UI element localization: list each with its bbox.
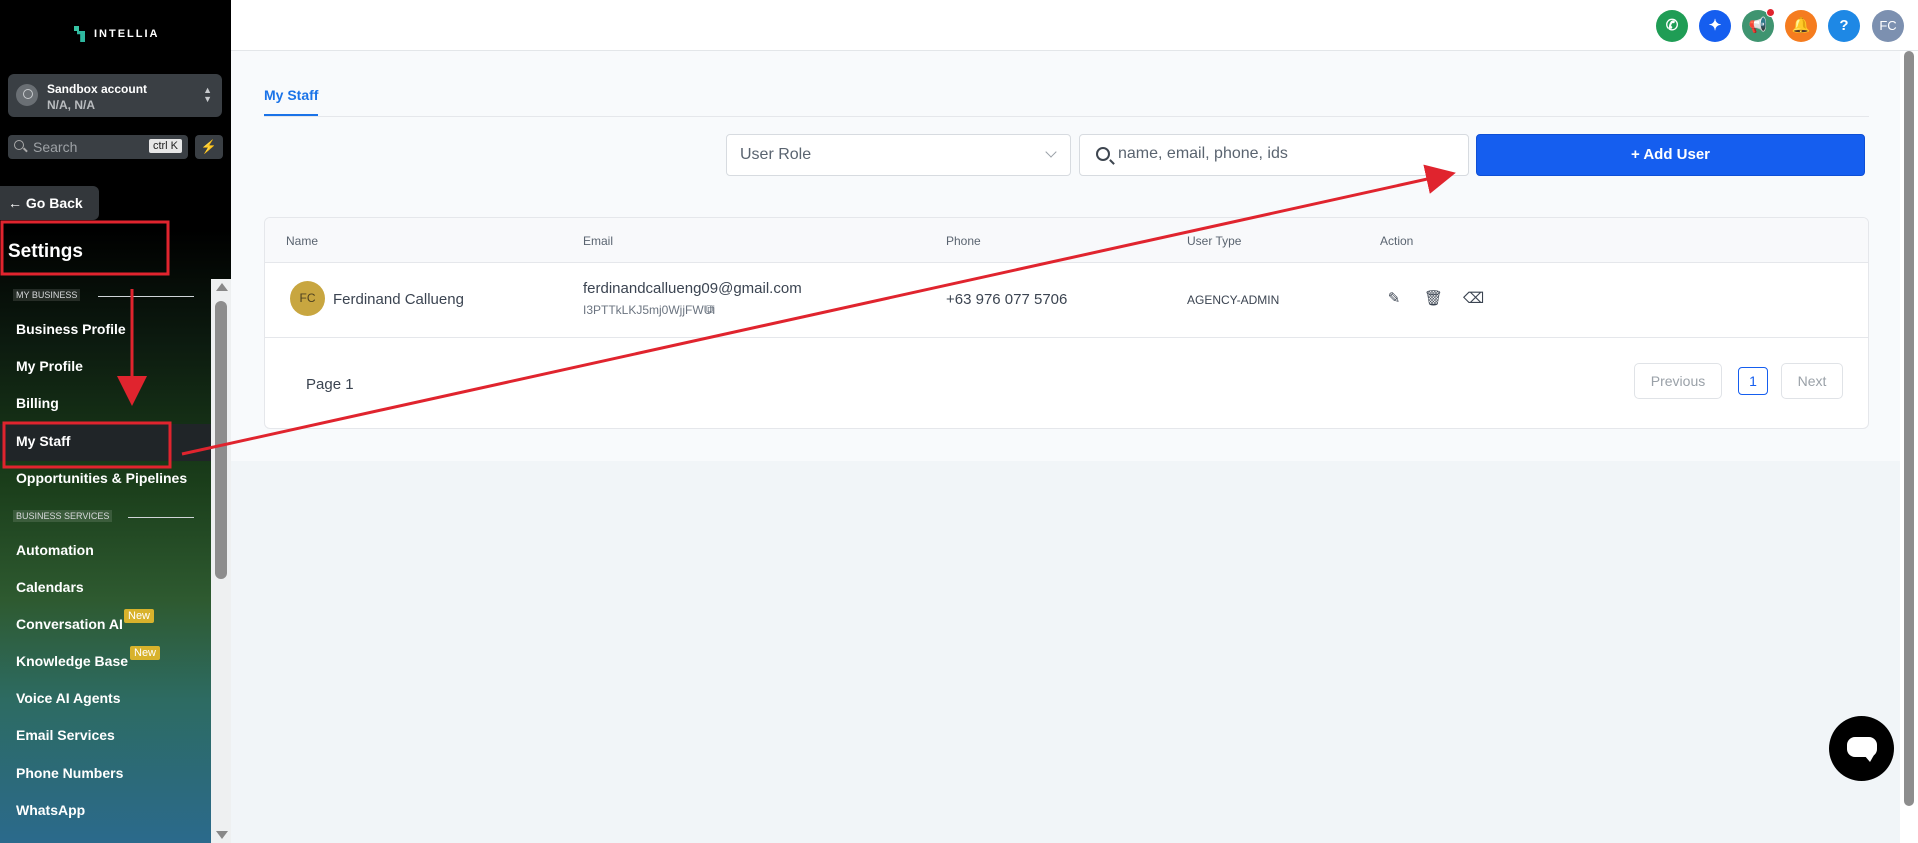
sidebar-item-opportunities[interactable]: Opportunities & Pipelines [16, 470, 187, 486]
chevron-updown-icon: ▲ ▼ [203, 85, 212, 104]
quick-action-bolt-icon[interactable]: ⚡ [195, 135, 223, 159]
column-header-email: Email [583, 234, 614, 248]
phone-icon[interactable]: ✆ [1656, 10, 1688, 42]
staff-id: I3PTTkLKJ5mj0WjjFWUi [583, 303, 716, 317]
go-back-button[interactable]: ← Go Back [0, 186, 99, 220]
search-icon [1096, 147, 1110, 161]
staff-user-type: AGENCY-ADMIN [1187, 293, 1280, 307]
app-logo[interactable]: INTELLIA [74, 26, 160, 42]
sidebar-item-billing[interactable]: Billing [16, 395, 59, 411]
account-switcher[interactable]: Sandbox account N/A, N/A ▲ ▼ [8, 74, 222, 117]
sidebar-item-automation[interactable]: Automation [16, 542, 94, 558]
sidebar-item-knowledge-base[interactable]: Knowledge Base [16, 653, 128, 669]
page-label: Page 1 [306, 376, 354, 393]
new-badge: New [130, 646, 161, 660]
add-user-button[interactable]: + Add User [1476, 134, 1865, 176]
column-header-action: Action [1380, 234, 1414, 248]
sidebar-search-placeholder: Search [33, 139, 78, 155]
avatar: FC [290, 281, 325, 316]
main-content: My Staff User Role + Add User Name Email… [231, 51, 1900, 461]
scroll-down-icon[interactable] [216, 831, 228, 839]
notification-dot [1766, 8, 1775, 17]
edit-icon[interactable]: ✎ [1385, 290, 1403, 308]
sidebar-item-business-profile[interactable]: Business Profile [16, 321, 126, 337]
section-divider [128, 517, 194, 518]
tab-my-staff[interactable]: My Staff [264, 87, 319, 116]
page-scrollbar[interactable] [1900, 51, 1918, 843]
new-badge: New [124, 609, 155, 623]
search-icon [14, 140, 24, 150]
sidebar-search[interactable]: Search ctrl K [8, 135, 188, 159]
chevron-down-icon [1045, 146, 1057, 158]
user-avatar[interactable]: FC [1872, 10, 1904, 42]
section-label-business-services: BUSINESS SERVICES [13, 510, 113, 522]
previous-button[interactable]: Previous [1634, 363, 1722, 399]
user-role-select-value: User Role [740, 146, 812, 163]
sidebar-item-conversation-ai[interactable]: Conversation AI [16, 616, 123, 632]
arrow-left-icon: ← [8, 195, 22, 211]
copy-icon[interactable]: ⧉ [706, 302, 715, 317]
search-shortcut: ctrl K [148, 139, 182, 153]
settings-title: Settings [8, 241, 83, 262]
staff-email: ferdinandcallueng09@gmail.com [583, 280, 802, 297]
table-row: FC Ferdinand Callueng ferdinandcallueng0… [265, 263, 1868, 338]
go-back-label: Go Back [25, 195, 83, 211]
column-header-name: Name [286, 234, 319, 248]
scroll-up-icon[interactable] [216, 283, 228, 291]
next-button[interactable]: Next [1781, 363, 1843, 399]
top-bar: ✆ ✦ 📢 🔔 ? FC [231, 0, 1918, 51]
staff-search-input[interactable] [1118, 145, 1458, 163]
logo-icon [74, 26, 88, 42]
page-scroll-thumb[interactable] [1904, 51, 1914, 806]
section-divider [98, 296, 194, 297]
page-number-button[interactable]: 1 [1738, 367, 1768, 395]
help-icon[interactable]: ? [1828, 10, 1860, 42]
scroll-thumb[interactable] [215, 301, 227, 579]
column-header-user-type: User Type [1187, 234, 1242, 248]
sidebar-item-voice-ai-agents[interactable]: Voice AI Agents [16, 690, 121, 706]
sidebar-item-phone-numbers[interactable]: Phone Numbers [16, 765, 123, 781]
chat-bubble-icon [1847, 737, 1877, 762]
staff-search-field[interactable] [1079, 134, 1469, 176]
sidebar: INTELLIA Sandbox account N/A, N/A ▲ ▼ Sea… [0, 0, 231, 843]
trash-icon[interactable]: 🗑 [1424, 290, 1443, 308]
account-location: N/A, N/A [47, 98, 95, 112]
sparkle-icon[interactable]: ✦ [1699, 10, 1731, 42]
sidebar-item-calendars[interactable]: Calendars [16, 579, 84, 595]
chat-widget-button[interactable] [1829, 716, 1894, 781]
section-label-my-business: MY BUSINESS [13, 289, 81, 301]
bell-icon[interactable]: 🔔 [1785, 10, 1817, 42]
location-icon [16, 84, 38, 106]
sidebar-item-my-profile[interactable]: My Profile [16, 358, 83, 374]
logo-text: INTELLIA [94, 28, 160, 40]
sidebar-item-my-staff[interactable]: My Staff [16, 433, 70, 449]
staff-name: Ferdinand Callueng [333, 291, 464, 308]
sidebar-item-whatsapp[interactable]: WhatsApp [16, 802, 85, 818]
sidebar-item-email-services[interactable]: Email Services [16, 727, 115, 743]
sidebar-scrollbar[interactable] [211, 279, 231, 843]
staff-phone: +63 976 077 5706 [946, 291, 1068, 308]
page-background [231, 461, 1900, 843]
remove-icon[interactable]: ⌫ [1463, 290, 1484, 308]
table-header: Name Email Phone User Type Action [265, 218, 1868, 263]
account-name: Sandbox account [47, 82, 148, 96]
tab-divider [264, 116, 1869, 117]
staff-table: Name Email Phone User Type Action FC Fer… [264, 217, 1869, 429]
user-role-select[interactable]: User Role [726, 134, 1071, 176]
column-header-phone: Phone [946, 234, 981, 248]
